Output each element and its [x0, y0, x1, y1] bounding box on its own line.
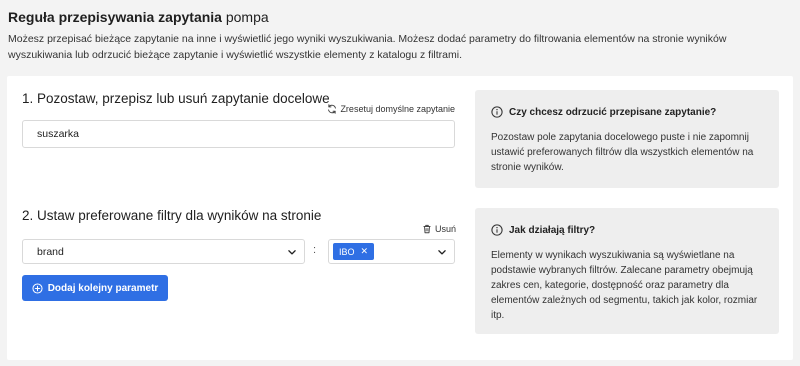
parameter-separator: :: [313, 244, 317, 256]
info-box-heading: Jak działają filtry?: [491, 224, 763, 236]
info-circle-icon: [491, 224, 503, 236]
info-circle-icon: [491, 106, 503, 118]
add-parameter-button[interactable]: Dodaj kolejny parametr: [22, 275, 168, 301]
filter-value-tag: IBO ✕: [333, 243, 375, 260]
info-box-title: Jak działają filtry?: [509, 224, 596, 236]
page-title: Reguła przepisywania zapytania pompa: [8, 9, 269, 25]
rule-name: pompa: [225, 9, 269, 25]
filter-parameter-value: brand: [37, 245, 64, 258]
filter-value-multiselect[interactable]: IBO ✕: [328, 239, 455, 264]
chevron-down-icon: [280, 240, 304, 263]
refresh-icon: [327, 104, 337, 114]
plus-circle-icon: [32, 282, 43, 294]
info-box-title: Czy chcesz odrzucić przepisane zapytanie…: [509, 106, 717, 118]
filter-value-tag-label: IBO: [339, 246, 355, 257]
page-title-label: Reguła przepisywania zapytania: [8, 9, 222, 25]
close-icon[interactable]: ✕: [361, 246, 369, 257]
rule-editor-card: 1. Pozostaw, przepisz lub usuń zapytanie…: [7, 76, 793, 360]
chevron-down-icon: [430, 240, 454, 263]
filter-parameter-select[interactable]: brand: [22, 239, 305, 264]
remove-filter-link[interactable]: Usuń: [422, 224, 456, 234]
section-2-title: 2. Ustaw preferowane filtry dla wyników …: [22, 208, 322, 223]
info-box-text: Pozostaw pole zapytania docelowego puste…: [491, 132, 754, 173]
info-box-discard-query: Czy chcesz odrzucić przepisane zapytanie…: [475, 90, 779, 188]
page-header: Reguła przepisywania zapytania pompa Moż…: [0, 0, 800, 76]
remove-filter-label: Usuń: [435, 224, 457, 234]
reset-default-query-label: Zresetuj domyślne zapytanie: [340, 104, 455, 114]
section-1-title: 1. Pozostaw, przepisz lub usuń zapytanie…: [22, 91, 330, 106]
target-query-input[interactable]: [22, 120, 455, 148]
info-box-how-filters-work: Jak działają filtry? Elementy w wynikach…: [475, 208, 779, 334]
trash-icon: [422, 224, 432, 234]
reset-default-query-link[interactable]: Zresetuj domyślne zapytanie: [327, 104, 455, 114]
info-box-heading: Czy chcesz odrzucić przepisane zapytanie…: [491, 106, 763, 118]
info-box-text: Elementy w wynikach wyszukiwania są wyśw…: [491, 250, 758, 321]
add-parameter-label: Dodaj kolejny parametr: [47, 282, 159, 294]
page-description: Możesz przepisać bieżące zapytanie na in…: [8, 33, 727, 61]
